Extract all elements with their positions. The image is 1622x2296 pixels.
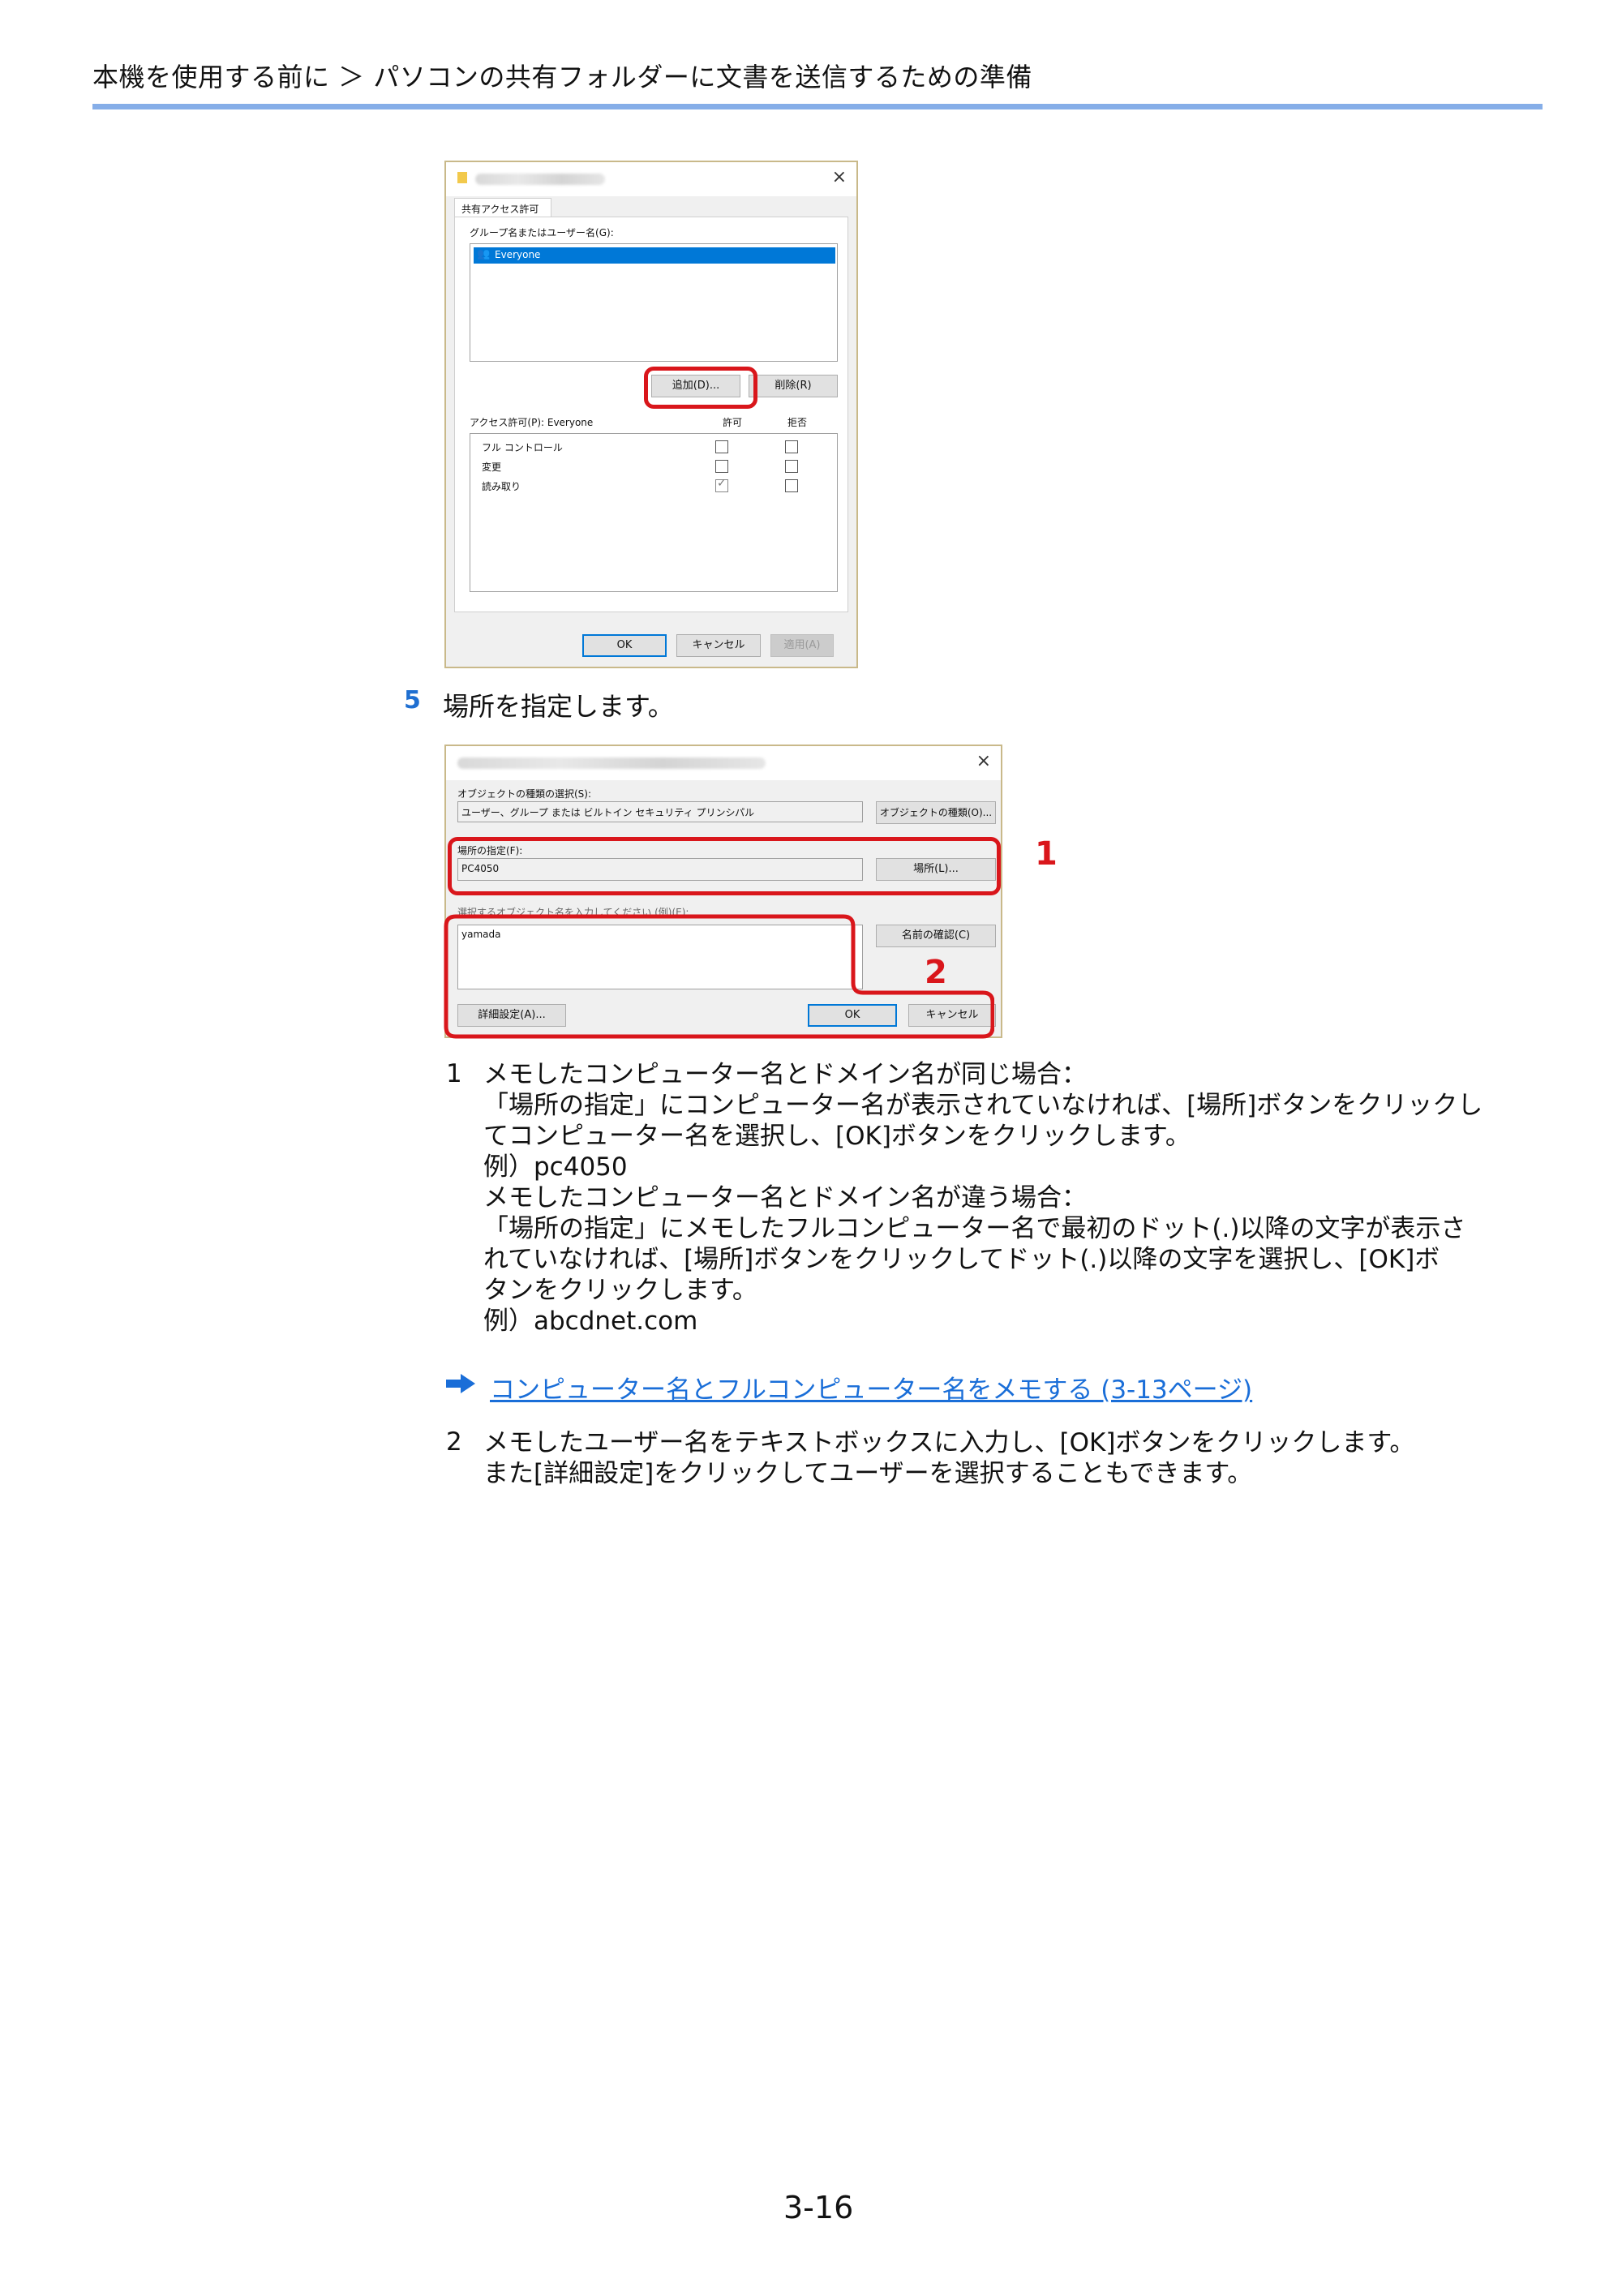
close-icon[interactable]: × <box>832 167 847 187</box>
ok-button[interactable]: OK <box>582 634 667 657</box>
permissions-list: フル コントロール 変更 読み取り <box>470 433 838 592</box>
item-2-line: メモしたユーザー名をテキストボックスに入力し、[OK]ボタンをクリックします。 <box>483 1428 1415 1457</box>
group-listbox[interactable]: 👥 Everyone <box>470 243 838 362</box>
column-deny: 拒否 <box>787 417 808 428</box>
reference-link[interactable]: コンピューター名とフルコンピューター名をメモする (3-13ページ) <box>490 1369 1252 1405</box>
blurred-title <box>457 757 766 769</box>
item-2-number: 2 <box>446 1427 462 1457</box>
item-1-number: 1 <box>446 1059 462 1088</box>
item-1-line: タンをクリックします。 <box>483 1276 757 1305</box>
permissions-label: アクセス許可(P): Everyone <box>470 417 594 428</box>
permission-name: 変更 <box>482 461 502 473</box>
tab-panel: グループ名またはユーザー名(G): 👥 Everyone 追加(D)... 削除… <box>454 217 848 612</box>
step-number: 5 <box>404 686 421 715</box>
page-header-title: 本機を使用する前に ＞ パソコンの共有フォルダーに文書を送信するための準備 <box>92 62 1032 92</box>
permission-name: 読み取り <box>482 481 521 492</box>
allow-checkbox[interactable] <box>715 477 728 492</box>
step-text: 場所を指定します。 <box>443 691 674 722</box>
column-allow: 許可 <box>723 417 743 428</box>
arrow-right-icon <box>446 1374 475 1393</box>
add-button-highlight <box>644 367 757 409</box>
object-type-field: ユーザー、グループ または ビルトイン セキュリティ プリンシパル <box>457 801 863 822</box>
share-permissions-dialog: × 共有アクセス許可 グループ名またはユーザー名(G): 👥 Everyone … <box>444 161 858 668</box>
allow-checkbox[interactable] <box>715 460 728 473</box>
allow-checkbox[interactable] <box>715 440 728 453</box>
permission-row: 変更 <box>470 458 835 476</box>
item-1-line: 「場所の指定」にメモしたフルコンピューター名で最初のドット(.)以降の文字が表示… <box>483 1214 1466 1243</box>
tab-share-permissions[interactable]: 共有アクセス許可 <box>454 198 551 217</box>
item-1-line: 「場所の指定」にコンピューター名が表示されていなければ、[場所]ボタンをクリック… <box>483 1091 1483 1120</box>
deny-checkbox[interactable] <box>785 479 798 492</box>
item-1-line: 例）pc4050 <box>483 1152 628 1182</box>
list-item-everyone[interactable]: 👥 Everyone <box>474 247 835 264</box>
object-type-label: オブジェクトの種類の選択(S): <box>457 788 592 800</box>
header-divider <box>92 104 1543 109</box>
item-1-line: メモしたコンピューター名とドメイン名が違う場合： <box>483 1183 1087 1212</box>
permission-row: フル コントロール <box>470 439 835 457</box>
object-type-value: ユーザー、グループ または ビルトイン セキュリティ プリンシパル <box>461 807 755 818</box>
names-highlight <box>444 914 994 1039</box>
cancel-button[interactable]: キャンセル <box>676 634 761 657</box>
page-number: 3-16 <box>783 2190 854 2225</box>
item-1-line: メモしたコンピューター名とドメイン名が同じ場合： <box>483 1060 1087 1089</box>
users-icon: 👥 <box>477 248 491 260</box>
item-1-line: れていなければ、[場所]ボタンをクリックしてドット(.)以降の文字を選択し、[O… <box>483 1245 1440 1274</box>
group-label: グループ名またはユーザー名(G): <box>470 227 614 238</box>
object-types-button[interactable]: オブジェクトの種類(O)... <box>876 801 996 824</box>
location-highlight <box>448 837 1001 895</box>
callout-2: 2 <box>925 954 947 991</box>
close-icon[interactable]: × <box>976 751 991 771</box>
dialog-titlebar: × <box>446 746 1001 780</box>
list-item-label: Everyone <box>495 249 541 260</box>
folder-icon <box>457 172 467 183</box>
apply-button[interactable]: 適用(A) <box>770 634 834 657</box>
callout-1: 1 <box>1035 835 1058 873</box>
item-2-line: また[詳細設定]をクリックしてユーザーを選択することもできます。 <box>483 1459 1253 1488</box>
permission-row: 読み取り <box>470 477 835 496</box>
deny-checkbox[interactable] <box>785 460 798 473</box>
blurred-title <box>475 174 605 185</box>
deny-checkbox[interactable] <box>785 440 798 453</box>
item-1-line: てコンピューター名を選択し、[OK]ボタンをクリックします。 <box>483 1122 1191 1151</box>
permission-name: フル コントロール <box>482 442 563 453</box>
item-1-line: 例）abcdnet.com <box>483 1307 698 1336</box>
remove-button[interactable]: 削除(R) <box>749 375 838 397</box>
dialog-titlebar: × <box>446 162 856 196</box>
